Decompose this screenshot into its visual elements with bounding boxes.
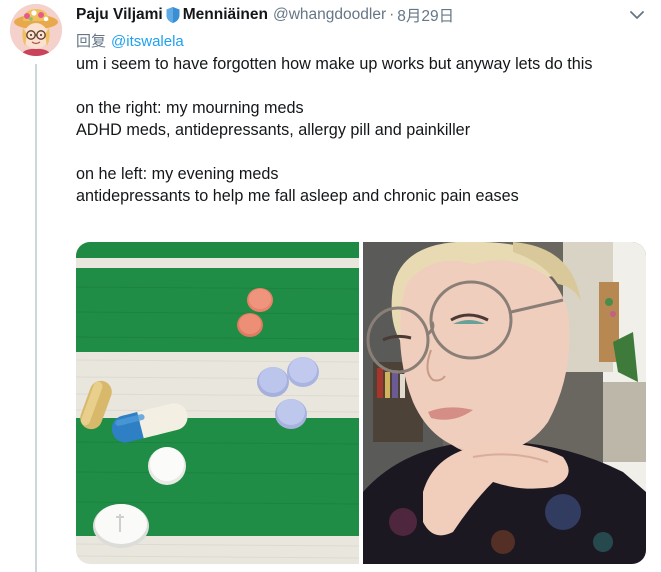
display-name-first[interactable]: Paju Viljami [76,6,163,24]
tweet-text-line: on the right: my mourning meds [76,99,304,117]
avatar[interactable] [10,4,62,56]
thread-line [35,64,37,572]
reply-mention-link[interactable]: @itswalela [111,33,184,50]
photo-pills[interactable] [76,242,359,564]
shield-icon [165,6,181,24]
pills-photo-icon [76,242,359,564]
display-name-second[interactable]: Menniäinen [183,6,268,24]
selfie-photo-icon [363,242,646,564]
tweet-text-line: um i seem to have forgotten how make up … [76,55,593,73]
cartoon-avatar-icon [10,4,62,56]
chevron-down-icon[interactable] [628,8,646,22]
reply-to: 回复 @itswalela [76,30,184,51]
tweet-date[interactable]: 8月29日 [397,4,454,26]
tweet: Paju Viljami Menniäinen @whangdoodler · … [0,0,661,572]
tweet-text: um i seem to have forgotten how make up … [76,53,646,207]
user-handle[interactable]: @whangdoodler [273,6,386,24]
reply-prefix: 回复 [76,33,107,50]
photo-selfie[interactable] [363,242,646,564]
tweet-text-line: ADHD meds, antidepressants, allergy pill… [76,121,471,139]
tweet-media [76,242,646,564]
tweet-text-line: antidepressants to help me fall asleep a… [76,187,519,205]
separator-dot: · [389,6,395,23]
tweet-text-line: on he left: my evening meds [76,165,279,183]
tweet-header: Paju Viljami Menniäinen @whangdoodler · … [76,4,454,26]
